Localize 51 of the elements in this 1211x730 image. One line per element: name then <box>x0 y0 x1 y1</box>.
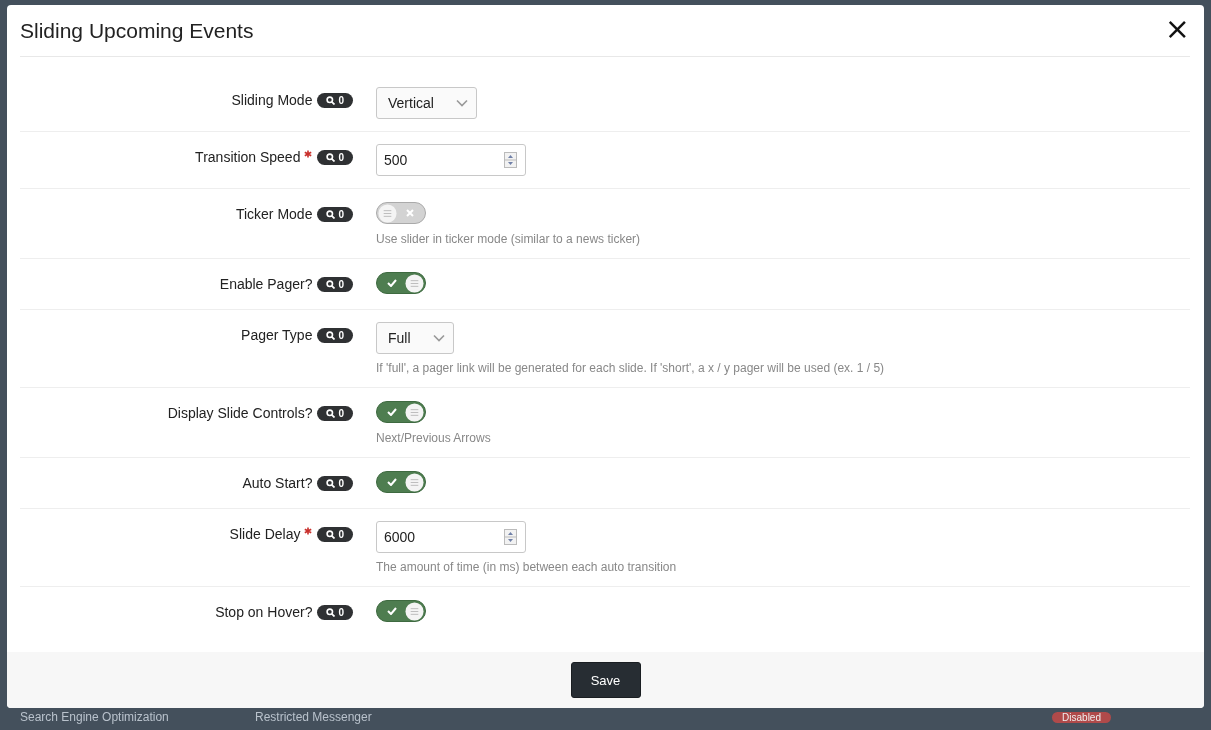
help-text: Use slider in ticker mode (similar to a news ticker) <box>376 232 642 246</box>
check-icon <box>387 478 397 486</box>
close-button[interactable]: × <box>1164 17 1190 44</box>
field-label: Pager Type <box>241 327 313 343</box>
toggle-switch[interactable] <box>376 401 426 423</box>
field-label: Enable Pager? <box>219 276 313 292</box>
toggle-switch[interactable] <box>376 272 426 294</box>
toggle-switch[interactable] <box>376 600 426 622</box>
search-count-badge[interactable]: 0 <box>317 604 353 620</box>
search-count-badge[interactable]: 0 <box>317 149 353 165</box>
toggle-knob-icon <box>405 402 424 422</box>
number-input[interactable]: 500 <box>376 144 526 176</box>
number-input[interactable]: 6000 <box>376 521 526 553</box>
field-label: Sliding Mode <box>231 92 313 108</box>
x-icon <box>406 209 414 217</box>
search-count-badge[interactable]: 0 <box>317 405 353 421</box>
check-icon <box>387 408 397 416</box>
search-count-badge[interactable]: 0 <box>317 327 353 343</box>
list-item: Restricted Messenger <box>255 710 373 724</box>
spinner-arrows-icon <box>504 529 517 545</box>
toggle-knob-icon <box>378 203 397 223</box>
dropdown[interactable]: Full <box>376 322 454 354</box>
chevron-down-icon <box>432 334 445 342</box>
search-count-badge[interactable]: 0 <box>317 206 353 222</box>
check-icon <box>387 279 397 287</box>
field-label: Transition Speed <box>195 149 301 165</box>
help-text: The amount of time (in ms) between each auto transition <box>376 560 678 574</box>
toggle-switch[interactable] <box>376 471 426 493</box>
status-badge: Disabled <box>1052 711 1111 723</box>
search-count-badge[interactable]: 0 <box>317 526 353 542</box>
sidebar-item[interactable]: Search Engine Optimization <box>0 710 255 724</box>
dialog-title: Sliding Upcoming Events <box>20 18 254 43</box>
field-label: Auto Start? <box>242 475 313 491</box>
field-label: Slide Delay <box>229 526 301 542</box>
field-label: Stop on Hover? <box>215 604 313 620</box>
save-button[interactable]: Save <box>570 662 641 698</box>
toggle-switch[interactable] <box>376 202 426 224</box>
spinner-arrows-icon <box>504 152 517 168</box>
toggle-knob-icon <box>405 472 424 492</box>
help-text: Next/Previous Arrows <box>376 431 492 445</box>
toggle-knob-icon <box>405 273 424 293</box>
chevron-down-icon <box>455 99 468 107</box>
check-icon <box>387 607 397 615</box>
field-label: Display Slide Controls? <box>167 405 313 421</box>
search-count-badge[interactable]: 0 <box>317 475 353 491</box>
dropdown[interactable]: Vertical <box>376 87 477 119</box>
toggle-knob-icon <box>405 601 424 621</box>
field-label: Ticker Mode <box>235 206 313 222</box>
search-count-badge[interactable]: 0 <box>317 276 353 292</box>
help-text: If 'full', a pager link will be generated for each slide. If 'short', a x / y pager will be used (ex. 1 / 5) <box>376 361 886 375</box>
search-count-badge[interactable]: 0 <box>317 92 353 108</box>
